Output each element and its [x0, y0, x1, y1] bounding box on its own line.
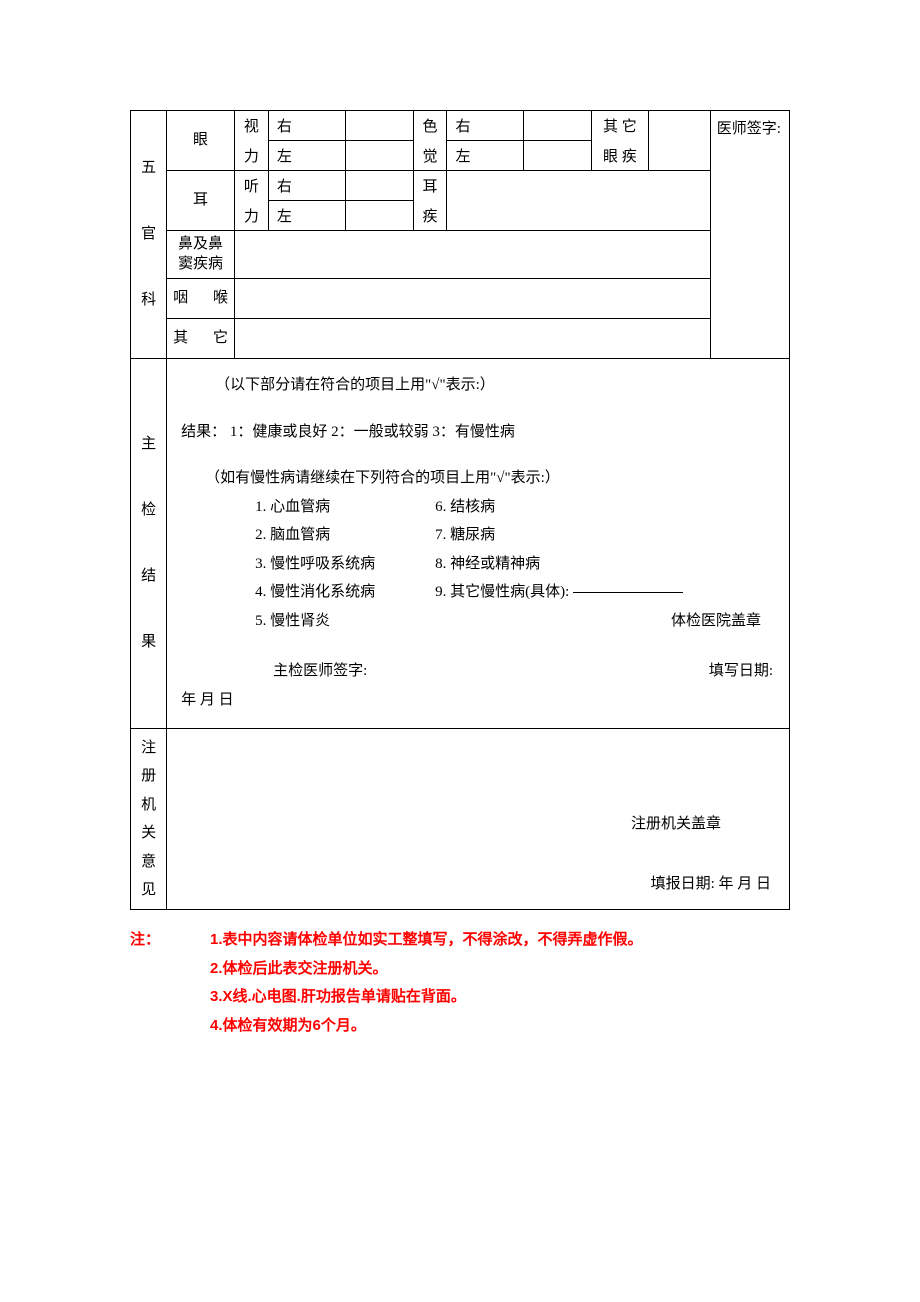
hearing-right: 右: [268, 171, 345, 201]
d9: 9. 其它慢性病(具体):: [435, 584, 569, 600]
other-five-value[interactable]: [234, 319, 710, 359]
color-right: 右: [447, 111, 524, 141]
hearing-left: 左: [268, 201, 345, 231]
other-eye-top: 其 它: [592, 111, 649, 141]
notes-block: 注： 1.表中内容请体检单位如实工整填写，不得涂改，不得弄虚作假。 2.体检后此…: [130, 926, 790, 1040]
vision-left: 左: [268, 141, 345, 171]
ear-disease-top: 耳: [413, 171, 447, 201]
chronic-instruction: （如有慢性病请继续在下列符合的项目上用"√"表示:）: [175, 464, 781, 493]
eye-label: 眼: [167, 111, 235, 171]
reg-date: 填报日期: 年 月 日: [175, 869, 781, 899]
d5: 5. 慢性肾炎: [255, 607, 435, 636]
color-label-top: 色: [413, 111, 447, 141]
hospital-stamp: 体检医院盖章: [435, 607, 781, 636]
fill-date-label: 填写日期:: [709, 657, 773, 686]
note-2: 2.体检后此表交注册机关。: [130, 955, 790, 984]
vision-label-top: 视: [234, 111, 268, 141]
d3: 3. 慢性呼吸系统病: [255, 550, 435, 579]
color-label-bot: 觉: [413, 141, 447, 171]
d9-blank[interactable]: [573, 592, 683, 593]
d7: 7. 糖尿病: [435, 521, 781, 550]
d8: 8. 神经或精神病: [435, 550, 781, 579]
color-left-value[interactable]: [524, 141, 592, 171]
ear-label: 耳: [167, 171, 235, 231]
hearing-label-top: 听: [234, 171, 268, 201]
ear-disease-bot: 疾: [413, 201, 447, 231]
d6: 6. 结核病: [435, 493, 781, 522]
vision-label-bot: 力: [234, 141, 268, 171]
d4: 4. 慢性消化系统病: [255, 578, 435, 607]
doctor-sign-label: 医师签字:: [710, 111, 789, 359]
other-five-label: 其 它: [167, 319, 235, 359]
chief-sign: 主检医师签字:: [183, 657, 367, 686]
color-left: 左: [447, 141, 524, 171]
throat-label: 咽 喉: [167, 279, 235, 319]
d9-wrap: 9. 其它慢性病(具体):: [435, 578, 781, 607]
main-result-label: 主检结果: [131, 359, 167, 729]
instruction-text: （以下部分请在符合的项目上用"√"表示:）: [175, 371, 781, 400]
other-eye-value[interactable]: [648, 111, 710, 171]
nose-label: 鼻及鼻窦疾病: [167, 231, 235, 279]
registration-box: 注册机关盖章 填报日期: 年 月 日: [167, 729, 790, 910]
vision-left-value[interactable]: [345, 141, 413, 171]
note-1: 1.表中内容请体检单位如实工整填写，不得涂改，不得弄虚作假。: [210, 926, 643, 955]
hearing-label-bot: 力: [234, 201, 268, 231]
main-result-box: （以下部分请在符合的项目上用"√"表示:） 结果： 1：健康或良好 2：一般或较…: [167, 359, 790, 729]
nose-value[interactable]: [234, 231, 710, 279]
notes-label: 注：: [130, 926, 210, 955]
note-4: 4.体检有效期为6个月。: [130, 1012, 790, 1041]
section-five-label: 五官科: [131, 111, 167, 359]
throat-value[interactable]: [234, 279, 710, 319]
d2: 2. 脑血管病: [255, 521, 435, 550]
registration-label: 注册机关意见: [131, 729, 167, 910]
color-right-value[interactable]: [524, 111, 592, 141]
hearing-right-value[interactable]: [345, 171, 413, 201]
ear-disease-value[interactable]: [447, 171, 710, 231]
date-suffix: 年 月 日: [175, 686, 781, 715]
vision-right: 右: [268, 111, 345, 141]
d1: 1. 心血管病: [255, 493, 435, 522]
reg-stamp: 注册机关盖章: [175, 809, 781, 839]
other-eye-bot: 眼 疾: [592, 141, 649, 171]
vision-right-value[interactable]: [345, 111, 413, 141]
medical-form-table: 五官科 眼 视 右 色 右 其 它 医师签字: 力 左 觉 左 眼 疾 耳 听 …: [130, 110, 790, 910]
note-3: 3.X线.心电图.肝功报告单请贴在背面。: [130, 983, 790, 1012]
result-line: 结果： 1：健康或良好 2：一般或较弱 3：有慢性病: [175, 418, 781, 447]
hearing-left-value[interactable]: [345, 201, 413, 231]
